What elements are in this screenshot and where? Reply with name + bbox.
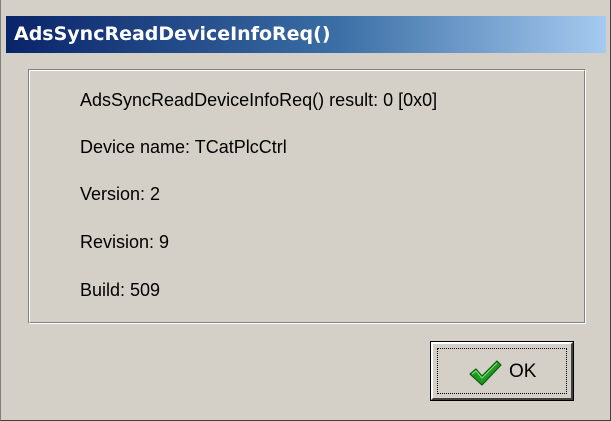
dialog-window: AdsSyncReadDeviceInfoReq() AdsSyncReadDe… bbox=[0, 0, 611, 421]
build-text: Build: 509 bbox=[80, 280, 161, 300]
title-bar[interactable]: AdsSyncReadDeviceInfoReq() bbox=[6, 16, 606, 53]
ok-button[interactable]: OK bbox=[430, 341, 574, 401]
window-title: AdsSyncReadDeviceInfoReq() bbox=[14, 23, 331, 45]
ok-button-label: OK bbox=[509, 361, 537, 382]
checkmark-icon bbox=[469, 360, 502, 386]
device-name-text: Device name: TCatPlcCtrl bbox=[80, 137, 287, 157]
result-text: AdsSyncReadDeviceInfoReq() result: 0 [0x… bbox=[80, 90, 438, 110]
revision-text: Revision: 9 bbox=[80, 232, 170, 252]
info-group-box: AdsSyncReadDeviceInfoReq() result: 0 [0x… bbox=[28, 69, 586, 324]
version-text: Version: 2 bbox=[80, 184, 161, 204]
